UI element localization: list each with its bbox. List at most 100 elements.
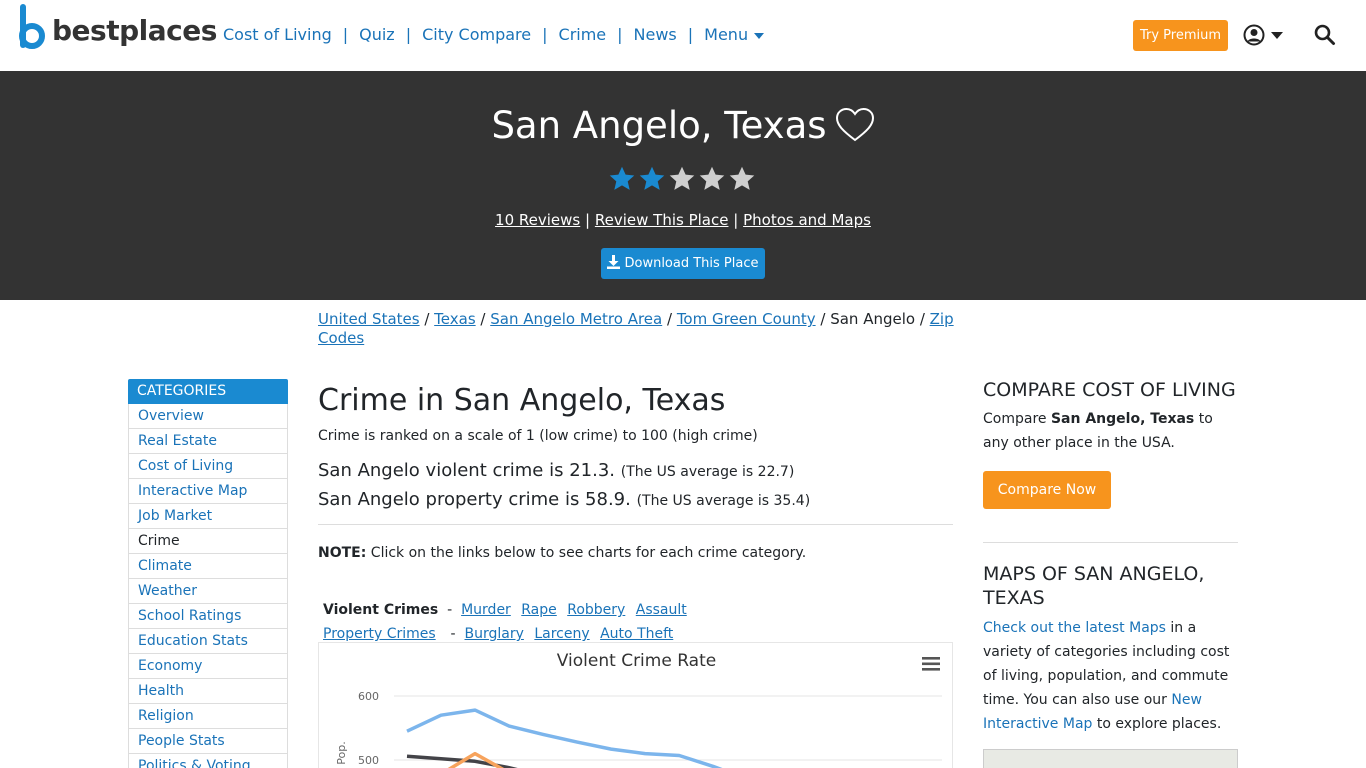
maps-text: Check out the latest Maps in a variety o…	[983, 616, 1238, 736]
heart-favorite-icon[interactable]	[835, 107, 875, 143]
nav-quiz[interactable]: Quiz	[359, 25, 395, 44]
try-premium-button[interactable]: Try Premium	[1133, 20, 1228, 51]
y-tick-label: 600	[358, 690, 379, 703]
property-crime-text: San Angelo property crime is 58.9.	[318, 489, 631, 510]
chart-plot: 600 500 Pop.	[335, 690, 942, 768]
main-content: Crime in San Angelo, Texas Crime is rank…	[318, 379, 953, 768]
link-separator: |	[733, 211, 739, 229]
murder-link[interactable]: Murder	[461, 602, 511, 618]
download-place-button[interactable]: Download This Place	[601, 248, 765, 279]
reviews-link[interactable]: 10 Reviews	[495, 211, 580, 229]
place-title: San Angelo, Texas	[0, 104, 1366, 147]
star-empty-icon	[669, 166, 695, 190]
assault-link[interactable]: Assault	[636, 602, 687, 618]
crime-scale-note: Crime is ranked on a scale of 1 (low cri…	[318, 428, 758, 444]
review-place-link[interactable]: Review This Place	[595, 211, 729, 229]
nav-separator: |	[542, 25, 548, 44]
violent-crimes-label[interactable]: Violent Crimes	[323, 602, 438, 618]
dash-separator: -	[442, 602, 457, 618]
sidebar-item-job-market[interactable]: Job Market	[128, 504, 288, 529]
larceny-link[interactable]: Larceny	[534, 626, 589, 642]
sidebar-item-education-stats[interactable]: Education Stats	[128, 629, 288, 654]
star-empty-icon	[699, 166, 725, 190]
sidebar-item-religion[interactable]: Religion	[128, 704, 288, 729]
logo-b-icon	[19, 4, 45, 49]
note-text: Click on the links below to see charts f…	[366, 545, 807, 561]
star-filled-icon	[609, 166, 635, 190]
maps-heading: MAPS OF SAN ANGELO, TEXAS	[983, 563, 1205, 609]
nav-menu-label: Menu	[704, 25, 749, 44]
map-thumbnail[interactable]	[983, 749, 1238, 768]
auto-theft-link[interactable]: Auto Theft	[600, 626, 673, 642]
divider	[318, 524, 953, 525]
download-icon	[607, 255, 621, 269]
rape-link[interactable]: Rape	[521, 602, 557, 618]
bestplaces-logo[interactable]: bestplaces	[18, 4, 217, 56]
burglary-link[interactable]: Burglary	[465, 626, 524, 642]
sidebar-item-real-estate[interactable]: Real Estate	[128, 429, 288, 454]
nav-city-compare[interactable]: City Compare	[422, 25, 531, 44]
property-crime-average: (The US average is 35.4)	[636, 493, 811, 509]
sidebar-item-interactive-map[interactable]: Interactive Map	[128, 479, 288, 504]
nav-separator: |	[687, 25, 694, 44]
sidebar-item-politics-voting[interactable]: Politics & Voting	[128, 754, 288, 768]
link-separator: |	[585, 211, 591, 229]
nav-separator: |	[405, 25, 412, 44]
violent-crime-average: (The US average is 22.7)	[620, 464, 795, 480]
page-title: Crime in San Angelo, Texas	[318, 383, 726, 418]
series-line-1[interactable]	[406, 754, 543, 768]
sidebar-item-health[interactable]: Health	[128, 679, 288, 704]
sidebar-item-weather[interactable]: Weather	[128, 579, 288, 604]
note-label: NOTE:	[318, 545, 367, 561]
sidebar-item-climate[interactable]: Climate	[128, 554, 288, 579]
breadcrumb-texas[interactable]: Texas	[434, 310, 475, 328]
main-nav: Cost of Living | Quiz | City Compare | Crime | N…	[223, 25, 765, 44]
nav-separator: |	[617, 25, 623, 44]
compare-text-pre: Compare	[983, 411, 1051, 427]
latest-maps-link[interactable]: Check out the latest Maps	[983, 620, 1166, 636]
rating-stars	[608, 165, 760, 195]
star-empty-icon	[729, 166, 755, 190]
breadcrumb: United States / Texas / San Angelo Metro…	[318, 310, 954, 347]
user-account-icon[interactable]	[1243, 24, 1265, 46]
categories-header: CATEGORIES	[128, 379, 288, 404]
divider	[983, 542, 1238, 543]
nav-cost-of-living[interactable]: Cost of Living	[223, 25, 332, 44]
sidebar-item-economy[interactable]: Economy	[128, 654, 288, 679]
breadcrumb-metro-area[interactable]: San Angelo Metro Area	[490, 310, 662, 328]
right-column: COMPARE COST OF LIVING Compare San Angel…	[983, 379, 1238, 768]
robbery-link[interactable]: Robbery	[567, 602, 625, 618]
sidebar-item-school-ratings[interactable]: School Ratings	[128, 604, 288, 629]
sidebar-item-cost-of-living[interactable]: Cost of Living	[128, 454, 288, 479]
y-tick-label: 500	[358, 754, 379, 767]
crime-note: NOTE: Click on the links below to see ch…	[318, 545, 953, 561]
property-crimes-link[interactable]: Property Crimes	[323, 626, 436, 642]
search-icon[interactable]	[1314, 24, 1336, 46]
breadcrumb-county[interactable]: Tom Green County	[677, 310, 816, 328]
top-navbar: bestplaces Cost of Living | Quiz | City Comp…	[0, 0, 1366, 71]
hero-links: 10 Reviews | Review This Place | Photos …	[0, 211, 1366, 229]
user-menu-chevron-icon[interactable]	[1271, 32, 1283, 39]
photos-maps-link[interactable]: Photos and Maps	[743, 211, 871, 229]
sidebar-item-crime[interactable]: Crime	[128, 529, 288, 554]
y-axis-label: Pop.	[335, 741, 348, 764]
breadcrumb-current: San Angelo	[830, 310, 916, 328]
categories-list: Overview Real Estate Cost of Living Interac…	[128, 404, 288, 768]
nav-menu-dropdown[interactable]: Menu	[704, 25, 765, 44]
sidebar-item-people-stats[interactable]: People Stats	[128, 729, 288, 754]
brand-name: bestplaces	[52, 14, 217, 47]
compare-place-name: San Angelo, Texas	[1050, 411, 1195, 427]
nav-news[interactable]: News	[634, 25, 677, 44]
compare-text: Compare San Angelo, Texas to any other p…	[983, 407, 1238, 455]
download-label: Download This Place	[624, 256, 759, 271]
compare-now-button[interactable]: Compare Now	[983, 471, 1111, 509]
star-filled-icon	[639, 166, 665, 190]
nav-separator: |	[342, 25, 349, 44]
nav-crime[interactable]: Crime	[559, 25, 607, 44]
breadcrumb-united-states[interactable]: United States	[318, 310, 420, 328]
sidebar-item-overview[interactable]: Overview	[128, 404, 288, 429]
violent-crime-stat: San Angelo violent crime is 21.3. (The U…	[318, 460, 953, 481]
violent-crime-chart: Violent Crime Rate 600 500 Pop.	[318, 642, 953, 768]
chevron-down-icon	[754, 32, 765, 39]
dash-separator: -	[446, 626, 461, 642]
